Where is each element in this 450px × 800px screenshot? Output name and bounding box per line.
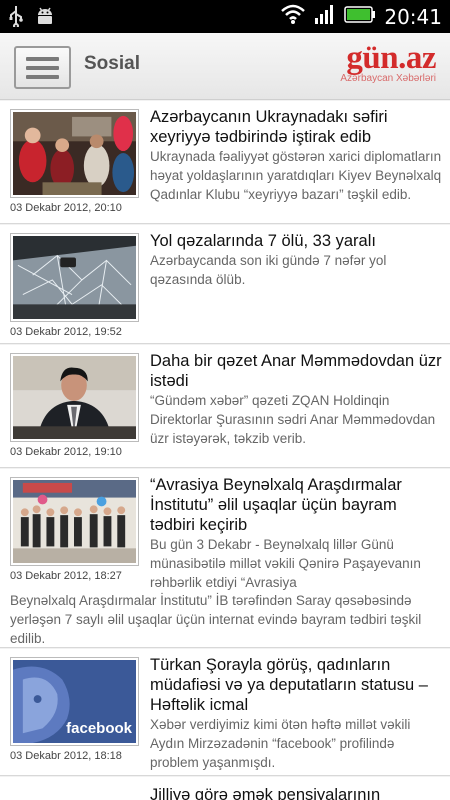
menu-icon-line bbox=[26, 66, 59, 70]
signal-icon bbox=[314, 3, 336, 30]
article-summary: Bu gün 3 Dekabr - Beynəlxalq lillər Günü… bbox=[150, 537, 421, 590]
article-summary: Azərbaycanda son iki gündə 7 nəfər yol q… bbox=[150, 253, 387, 287]
article-text: Azərbaycanın Ukraynadakı səfiri xeyriyyə… bbox=[150, 107, 442, 204]
article-title: Daha bir qəzet Anar Məmmədovdan üzr istə… bbox=[150, 352, 442, 390]
article-summary: “Gündəm xəbər” qəzeti ZQAN Holdinqin Dir… bbox=[150, 393, 436, 446]
logo-tagline: Azərbaycan Xəbərləri bbox=[340, 73, 436, 84]
article-item[interactable]: 03 Dekabr 2012, 19:10 Daha bir qəzet Ana… bbox=[0, 344, 450, 468]
article-summary-continued: Beynəlxalq Araşdırmalar İnstitutu” İB tə… bbox=[10, 593, 422, 646]
article-date: 03 Dekabr 2012, 19:52 bbox=[10, 326, 122, 338]
article-item[interactable]: facebook 03 Dekabr 2012, 18:18 Türkan Şo… bbox=[0, 648, 450, 776]
article-date: 03 Dekabr 2012, 18:27 bbox=[10, 570, 122, 582]
android-debug-icon bbox=[34, 5, 56, 32]
article-date: 03 Dekabr 2012, 18:18 bbox=[10, 750, 122, 762]
article-title: Yol qəzalarında 7 ölü, 33 yaralı bbox=[150, 232, 376, 250]
menu-icon-line bbox=[26, 57, 59, 61]
app-header: Sosial gün.az Azərbaycan Xəbərləri bbox=[0, 33, 450, 100]
article-item[interactable]: 03 Dekabr 2012, 18:27 “Avrasiya Beynəlxa… bbox=[0, 468, 450, 648]
article-title: “Avrasiya Beynəlxalq Araşdırmalar İnstit… bbox=[150, 476, 402, 534]
article-date: 03 Dekabr 2012, 19:10 bbox=[10, 446, 122, 458]
article-thumbnail bbox=[10, 477, 139, 566]
facebook-logo-text: facebook bbox=[66, 720, 132, 737]
menu-button[interactable] bbox=[14, 46, 71, 89]
article-thumbnail bbox=[10, 353, 139, 442]
usb-icon bbox=[8, 5, 24, 32]
article-text: Türkan Şorayla görüş, qadınların müdafiə… bbox=[150, 655, 442, 772]
article-item[interactable]: Jilliyə görə əmək pensiyalarının bbox=[0, 776, 450, 800]
article-thumbnail bbox=[10, 109, 139, 198]
article-text: Daha bir qəzet Anar Məmmədovdan üzr istə… bbox=[150, 351, 442, 448]
article-item[interactable]: 03 Dekabr 2012, 20:10 Azərbaycanın Ukray… bbox=[0, 100, 450, 224]
article-summary: Ukraynada fəaliyyət göstərən xarici dipl… bbox=[150, 149, 442, 202]
battery-icon bbox=[344, 3, 376, 30]
article-thumbnail: facebook bbox=[10, 657, 139, 746]
article-thumbnail bbox=[10, 233, 139, 322]
wifi-icon bbox=[280, 3, 306, 30]
article-title: Azərbaycanın Ukraynadakı səfiri xeyriyyə… bbox=[150, 108, 388, 146]
article-summary: Xəbər verdiyimiz kimi ötən həftə millət … bbox=[150, 717, 411, 770]
page-title: Sosial bbox=[84, 53, 140, 74]
article-text: Yol qəzalarında 7 ölü, 33 yaralı Azərbay… bbox=[150, 231, 442, 289]
status-bar: 20:41 bbox=[0, 0, 450, 33]
article-date: 03 Dekabr 2012, 20:10 bbox=[10, 202, 122, 214]
clock: 20:41 bbox=[384, 4, 442, 29]
article-title: Jilliyə görə əmək pensiyalarının bbox=[150, 786, 381, 800]
article-title: Türkan Şorayla görüş, qadınların müdafiə… bbox=[150, 656, 428, 714]
logo-text: gün.az bbox=[346, 40, 436, 76]
menu-icon-line bbox=[26, 75, 59, 79]
article-item[interactable]: 03 Dekabr 2012, 19:52 Yol qəzalarında 7 … bbox=[0, 224, 450, 344]
article-text: “Avrasiya Beynəlxalq Araşdırmalar İnstit… bbox=[150, 475, 442, 592]
site-logo[interactable]: gün.az Azərbaycan Xəbərləri bbox=[340, 41, 436, 84]
article-list[interactable]: 03 Dekabr 2012, 20:10 Azərbaycanın Ukray… bbox=[0, 100, 450, 800]
